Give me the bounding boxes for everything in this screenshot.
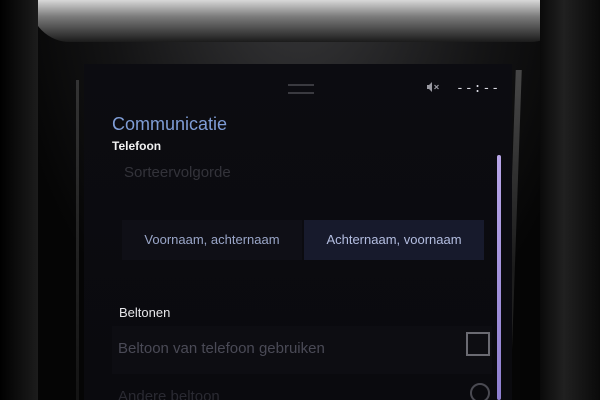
next-option-radio[interactable] <box>470 383 490 400</box>
page-subtitle: Telefoon <box>112 139 162 153</box>
sort-option-first-last[interactable]: Voornaam, achternaam <box>122 220 302 260</box>
page-title: Communicatie <box>112 114 228 134</box>
speaker-muted-icon <box>427 82 439 92</box>
drag-handle-icon[interactable] <box>288 84 314 94</box>
infotainment-screen: --:-- Communicatie Telefoon Sorteervolgo… <box>84 64 512 400</box>
sort-order-segmented-control: Voornaam, achternaam Achternaam, voornaa… <box>122 220 484 260</box>
sort-order-label: Sorteervolgorde <box>124 164 231 181</box>
display-bezel-left <box>0 0 38 400</box>
scrollbar[interactable] <box>497 155 501 400</box>
display-bezel-right <box>540 0 600 400</box>
screen-edge-glare-left <box>76 80 79 400</box>
use-phone-ringtone-checkbox[interactable] <box>466 332 490 356</box>
use-phone-ringtone-row[interactable]: Beltoon van telefoon gebruiken <box>112 326 492 374</box>
next-option-label: Andere beltoon <box>118 388 220 400</box>
clock-display: --:-- <box>456 81 501 96</box>
ringtones-section-label: Beltonen <box>119 305 171 320</box>
sort-option-last-first[interactable]: Achternaam, voornaam <box>304 220 484 260</box>
display-bezel-top <box>30 0 570 42</box>
use-phone-ringtone-label: Beltoon van telefoon gebruiken <box>118 340 325 357</box>
